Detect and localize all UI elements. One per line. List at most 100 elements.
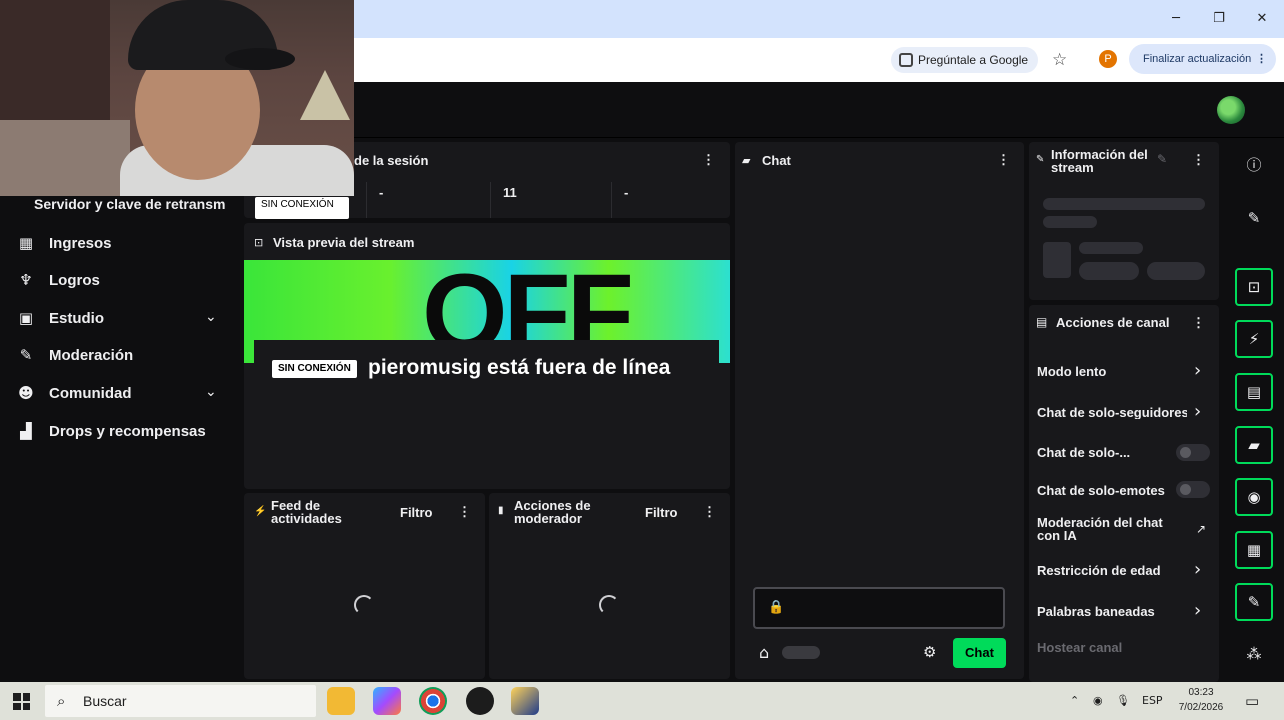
chat-input[interactable]: 🔒 <box>753 587 1005 629</box>
more-vert-icon[interactable]: ⋮ <box>997 152 1010 168</box>
notes-icon[interactable]: ▤ <box>1235 373 1273 411</box>
taskbar-clock[interactable]: 03:23 7/02/2026 <box>1172 685 1230 715</box>
microphone-icon[interactable]: 🎙 <box>1116 682 1130 720</box>
offline-badge: SIN CONEXIÓN <box>272 360 357 378</box>
mod-actions-panel: ▮ Acciones de moderador Filtro ⋮ <box>489 493 730 679</box>
bolt-icon: ⚡ <box>254 506 267 517</box>
chrome-icon[interactable] <box>419 687 447 715</box>
feed-filter-button[interactable]: Filtro <box>400 505 433 520</box>
gear-icon[interactable]: ⚙ <box>923 643 936 661</box>
chat-send-button[interactable]: Chat <box>953 638 1006 668</box>
app-icon[interactable] <box>511 687 539 715</box>
copilot-icon[interactable] <box>373 687 401 715</box>
webcam-background <box>0 120 130 196</box>
webcam-person <box>225 48 295 70</box>
feed-title: Feed de actividades <box>271 498 342 526</box>
session-title: de la sesión <box>354 153 429 168</box>
close-button[interactable]: ✕ <box>1250 8 1274 30</box>
user-avatar[interactable] <box>1217 96 1245 124</box>
nav-item-drops[interactable]: ▟ Drops y recompensas <box>17 416 206 446</box>
action-solo-subs: Chat de solo-... <box>1037 445 1131 460</box>
toggle-solo-subs[interactable] <box>1176 444 1210 461</box>
more-vert-icon[interactable]: ⋮ <box>1192 315 1205 331</box>
right-rail: ⓘ ✎ ⊡ ⚡ ▤ ▰ ◉ ▦ ✎ ⁂ <box>1223 138 1284 682</box>
more-vert-icon[interactable]: ⋮ <box>702 152 715 168</box>
activity-feed-panel: ⚡ Feed de actividades Filtro ⋮ <box>244 493 485 679</box>
language-indicator[interactable]: ESP <box>1142 682 1163 720</box>
preview-title: Vista previa del stream <box>273 235 415 250</box>
nav-item-estudio[interactable]: ▣ Estudio <box>17 303 104 333</box>
channel-actions-icon[interactable]: ▦ <box>1235 531 1273 569</box>
bookmark-star-icon[interactable]: ☆ <box>1052 47 1067 73</box>
modactions-title: Acciones de moderador <box>514 498 591 526</box>
lock-icon: 🔒 <box>768 599 785 614</box>
chevron-right-icon[interactable]: › <box>1194 602 1208 620</box>
nav-item-comunidad[interactable]: ☻ Comunidad <box>17 378 131 408</box>
ask-google-button[interactable]: Pregúntale a Google <box>891 47 1038 73</box>
chevron-down-icon[interactable]: ⌄ <box>205 309 223 327</box>
bolt-icon[interactable]: ⚡ <box>1235 320 1273 358</box>
skeleton-thumb <box>1043 242 1071 278</box>
gift-icon: ▟ <box>20 422 32 440</box>
toggle-solo-emotes[interactable] <box>1176 481 1210 498</box>
action-palabras-baneadas[interactable]: Palabras baneadas <box>1037 605 1155 618</box>
preview-toggle-icon[interactable]: ⊡ <box>1235 268 1273 306</box>
stream-preview-panel: ⊡ Vista previa del stream OFF SIN CONEXI… <box>244 223 730 489</box>
obs-icon[interactable] <box>466 687 494 715</box>
nav-item-label: Logros <box>49 271 100 289</box>
external-link-icon[interactable]: ↗ <box>1196 522 1206 536</box>
chat-panel: ▰ Chat ⋮ 🔒 ⌂ ⚙ Chat <box>735 142 1024 679</box>
nav-item-retransmission[interactable]: Servidor y clave de retransm <box>34 196 225 212</box>
chevron-right-icon[interactable]: › <box>1194 362 1208 380</box>
wrench-icon[interactable]: ✎ <box>1235 583 1273 621</box>
channel-actions-icon: ▤ <box>1036 315 1048 329</box>
skeleton-pill <box>1147 262 1205 280</box>
action-solo-emotes: Chat de solo-emotes <box>1037 483 1165 498</box>
chat-icon[interactable]: ▰ <box>1235 426 1273 464</box>
file-explorer-icon[interactable] <box>327 687 355 715</box>
action-solo-seguidores[interactable]: Chat de solo-seguidores <box>1037 406 1187 419</box>
broadcast-icon[interactable]: ◉ <box>1235 478 1273 516</box>
chevron-down-icon[interactable]: ⌄ <box>205 384 223 402</box>
update-label: Finalizar actualización <box>1143 53 1252 65</box>
info-icon[interactable]: ⓘ <box>1235 146 1273 184</box>
update-button[interactable]: Finalizar actualización ⋮ <box>1129 44 1276 74</box>
chevron-up-icon[interactable]: ⌃ <box>1070 682 1079 720</box>
ask-google-label: Pregúntale a Google <box>918 53 1029 67</box>
action-restriccion-edad[interactable]: Restricción de edad <box>1037 564 1161 577</box>
chevron-right-icon[interactable]: › <box>1194 561 1208 579</box>
start-button[interactable] <box>13 693 30 710</box>
edit-pencil-icon[interactable]: ✎ <box>1157 152 1167 166</box>
restore-button[interactable]: ❐ <box>1207 8 1231 30</box>
chat-bubble-icon: ▰ <box>742 154 751 167</box>
stat-value: - <box>366 182 486 218</box>
loading-spinner <box>599 595 619 615</box>
profile-avatar[interactable]: P <box>1099 50 1117 68</box>
stat-value: 11 <box>490 182 610 218</box>
notifications-icon[interactable]: ▭ <box>1245 682 1259 720</box>
action-modo-lento[interactable]: Modo lento <box>1037 365 1106 378</box>
store-icon[interactable]: ⌂ <box>759 643 769 662</box>
offline-card: SIN CONEXIÓN pieromusig está fuera de lí… <box>254 340 719 410</box>
action-moderacion-ia[interactable]: Moderación del chat con IA <box>1037 516 1187 542</box>
nav-item-label: Estudio <box>49 309 104 327</box>
chevron-right-icon[interactable]: › <box>1194 403 1208 421</box>
nav-item-logros[interactable]: ♆ Logros <box>17 265 100 295</box>
more-vert-icon[interactable]: ⋮ <box>458 504 471 520</box>
taskbar-search[interactable]: ⌕ Buscar <box>45 685 316 717</box>
add-widget-icon[interactable]: ⁂ <box>1235 635 1273 673</box>
shield-icon: ▮ <box>498 505 504 516</box>
more-vert-icon[interactable]: ⋮ <box>703 504 716 520</box>
action-hostear-canal[interactable]: Hostear canal <box>1037 641 1122 654</box>
nav-item-ingresos[interactable]: ▦ Ingresos <box>17 228 112 258</box>
modactions-filter-button[interactable]: Filtro <box>645 505 678 520</box>
minimize-button[interactable]: ─ <box>1164 8 1188 30</box>
nav-item-moderacion[interactable]: ✎ Moderación <box>17 340 133 370</box>
channel-actions-title: Acciones de canal <box>1056 315 1170 330</box>
network-icon[interactable]: ◉ <box>1093 682 1103 720</box>
left-navigation: ▦ Ingresos ♆ Logros ▣ Estudio ⌄ ✎ Modera… <box>0 138 242 682</box>
edit-icon[interactable]: ✎ <box>1235 199 1273 237</box>
points-balance[interactable] <box>782 646 820 659</box>
channel-actions-panel: ▤ Acciones de canal ⋮ Modo lento › Chat … <box>1029 305 1219 682</box>
more-vert-icon[interactable]: ⋮ <box>1192 152 1205 168</box>
